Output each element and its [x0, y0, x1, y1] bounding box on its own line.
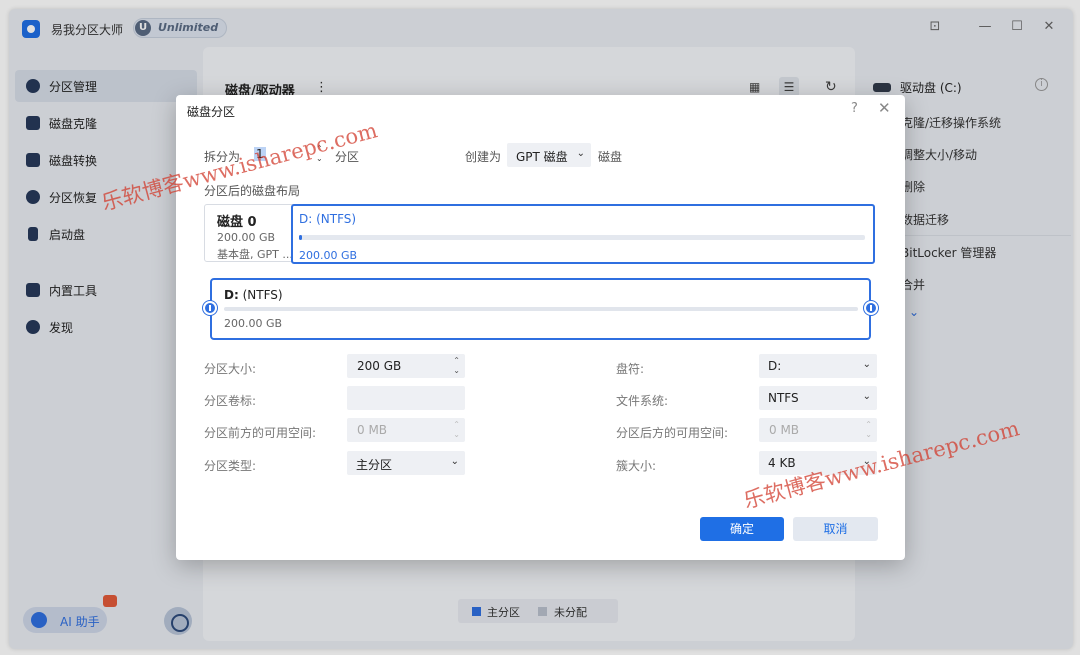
- split-unit: 分区: [335, 150, 360, 164]
- partition-size-input[interactable]: 200 GB ⌃ ⌄: [347, 354, 465, 378]
- partition-type-value: 主分区: [356, 458, 393, 472]
- close-icon[interactable]: ✕: [878, 99, 891, 117]
- drive-letter-select[interactable]: D: ⌄: [759, 354, 877, 378]
- space-after-input: 0 MB ⌃ ⌄: [759, 418, 877, 442]
- layout-label: 分区后的磁盘布局: [204, 184, 301, 198]
- resize-handle-left[interactable]: [203, 301, 217, 315]
- selected-partition[interactable]: D: (NTFS) 200.00 GB: [291, 204, 875, 264]
- stepper-arrows-icon[interactable]: ⌃ ⌄: [316, 144, 323, 164]
- stepper-arrows-icon: ⌃ ⌄: [865, 420, 872, 439]
- cluster-size-select[interactable]: 4 KB ⌄: [759, 451, 877, 475]
- space-before-input: 0 MB ⌃ ⌄: [347, 418, 465, 442]
- resize-track: [224, 307, 858, 311]
- disk-size: 200.00 GB: [217, 231, 276, 244]
- stepper-arrows-icon: ⌃ ⌄: [453, 420, 460, 439]
- drive-letter-value: D:: [768, 359, 782, 373]
- split-count-value: 1: [254, 147, 266, 161]
- disk-type: 基本盘, GPT ...: [217, 248, 293, 261]
- partition-name: D: (NTFS): [299, 212, 357, 226]
- split-partition-dialog: 磁盘分区 ? ✕ 拆分为 1 ⌃ ⌄ 分区 创建为 GPT 磁盘 ⌄ 磁盘 分区后…: [176, 95, 905, 560]
- cluster-size-value: 4 KB: [768, 456, 796, 470]
- file-system-label: 文件系统:: [616, 394, 669, 408]
- volume-label-input[interactable]: [347, 386, 465, 410]
- ok-button[interactable]: 确定: [700, 517, 784, 541]
- partition-size: 200.00 GB: [299, 249, 358, 262]
- disk-type-value: GPT 磁盘: [516, 150, 568, 164]
- resize-partition-size: 200.00 GB: [224, 317, 283, 330]
- file-system-value: NTFS: [768, 391, 799, 405]
- disk-name: 磁盘 0: [217, 215, 257, 230]
- size-label: 分区大小:: [204, 362, 257, 376]
- split-label: 拆分为: [204, 150, 241, 164]
- space-after-label: 分区后方的可用空间:: [616, 426, 729, 440]
- partition-usage-bar: [299, 235, 865, 240]
- partition-size-value: 200 GB: [357, 359, 402, 373]
- create-as-label: 创建为: [465, 150, 502, 164]
- drive-letter-label: 盘符:: [616, 362, 645, 376]
- stepper-arrows-icon[interactable]: ⌃ ⌄: [453, 356, 460, 376]
- space-before-label: 分区前方的可用空间:: [204, 426, 317, 440]
- disk-type-select[interactable]: GPT 磁盘 ⌄: [507, 143, 591, 167]
- usage-fill: [299, 235, 302, 240]
- volume-label-label: 分区卷标:: [204, 394, 257, 408]
- cancel-button[interactable]: 取消: [793, 517, 878, 541]
- resize-handle-right[interactable]: [864, 301, 878, 315]
- chevron-down-icon: ⌄: [862, 359, 871, 370]
- split-count-stepper[interactable]: 1 ⌃ ⌄: [252, 144, 328, 166]
- disk-suffix: 磁盘: [598, 150, 623, 164]
- chevron-down-icon: ⌄: [862, 456, 871, 467]
- dialog-title: 磁盘分区: [187, 105, 236, 119]
- help-icon[interactable]: ?: [851, 101, 858, 116]
- partition-type-select[interactable]: 主分区 ⌄: [347, 451, 465, 475]
- chevron-down-icon: ⌄: [450, 456, 459, 467]
- resize-partition-bar[interactable]: D: (NTFS) 200.00 GB: [203, 278, 878, 340]
- partition-type-label: 分区类型:: [204, 459, 257, 473]
- chevron-down-icon: ⌄: [576, 148, 585, 159]
- chevron-down-icon: ⌄: [862, 391, 871, 402]
- space-before-value: 0 MB: [357, 423, 388, 437]
- file-system-select[interactable]: NTFS ⌄: [759, 386, 877, 410]
- resize-partition-name: D: (NTFS): [224, 288, 283, 302]
- space-after-value: 0 MB: [769, 423, 800, 437]
- disk-layout-card: 磁盘 0 200.00 GB 基本盘, GPT ... D: (NTFS) 20…: [204, 204, 875, 264]
- cluster-size-label: 簇大小:: [616, 459, 657, 473]
